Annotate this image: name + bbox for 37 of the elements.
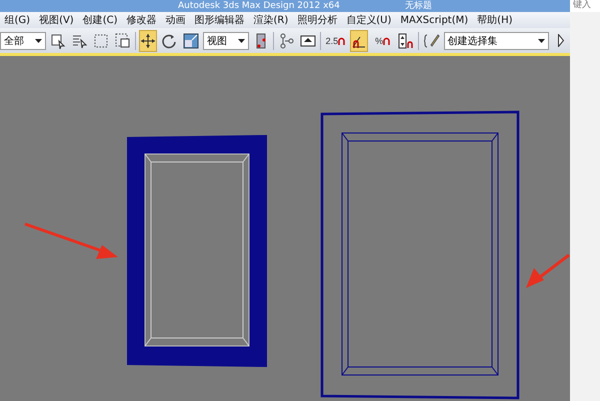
menu-item[interactable]: 帮助(H) <box>472 13 517 27</box>
window-title: Autodesk 3ds Max Design 2012 x64 <box>178 0 340 12</box>
menu-item[interactable]: 自定义(U) <box>342 13 396 27</box>
move-icon <box>140 32 156 48</box>
menu-item[interactable]: 照明分析 <box>292 13 342 27</box>
caret-icon <box>538 38 545 42</box>
menu-item[interactable]: 视图(V) <box>34 13 78 27</box>
menu-item[interactable]: 图形编辑器 <box>190 13 250 27</box>
rotate-icon <box>161 32 178 48</box>
dropdown[interactable]: 全部 <box>0 32 46 50</box>
menu-item[interactable]: 动画 <box>161 13 190 27</box>
menu-item[interactable]: 创建(C) <box>78 13 122 27</box>
dropdown[interactable]: 视图 <box>202 32 250 50</box>
snap-toggle-button[interactable]: % <box>371 30 394 52</box>
list-cursor-icon <box>72 32 88 48</box>
scale-icon <box>182 32 199 48</box>
snap-toggle-button[interactable]: 2.5 <box>324 30 347 52</box>
cube-cursor-icon <box>50 32 66 48</box>
menu-item[interactable]: MAXScript(M) <box>396 14 473 26</box>
pencil-braces-icon <box>424 32 440 48</box>
link-icon <box>278 32 295 48</box>
window-crossing-icon <box>114 32 131 48</box>
caret-icon <box>35 38 42 42</box>
spinner-snap-icon <box>398 32 414 48</box>
toolbar-button[interactable] <box>138 30 158 52</box>
toolbar-button[interactable] <box>350 30 368 52</box>
dotted-rectangle-icon <box>93 32 110 48</box>
menu-item[interactable]: 渲染(R) <box>249 13 293 27</box>
menu-item[interactable]: 修改器 <box>122 13 162 27</box>
magnet-icon <box>338 36 346 44</box>
document-title: 无标题 <box>405 0 432 12</box>
magnet-icon <box>383 36 390 44</box>
mirror-icon <box>558 34 564 47</box>
menu-item[interactable]: 组(G) <box>0 13 35 27</box>
caret-icon <box>238 38 246 42</box>
arrow <box>526 254 570 288</box>
dropdown[interactable]: 创建选择集 <box>444 32 549 50</box>
